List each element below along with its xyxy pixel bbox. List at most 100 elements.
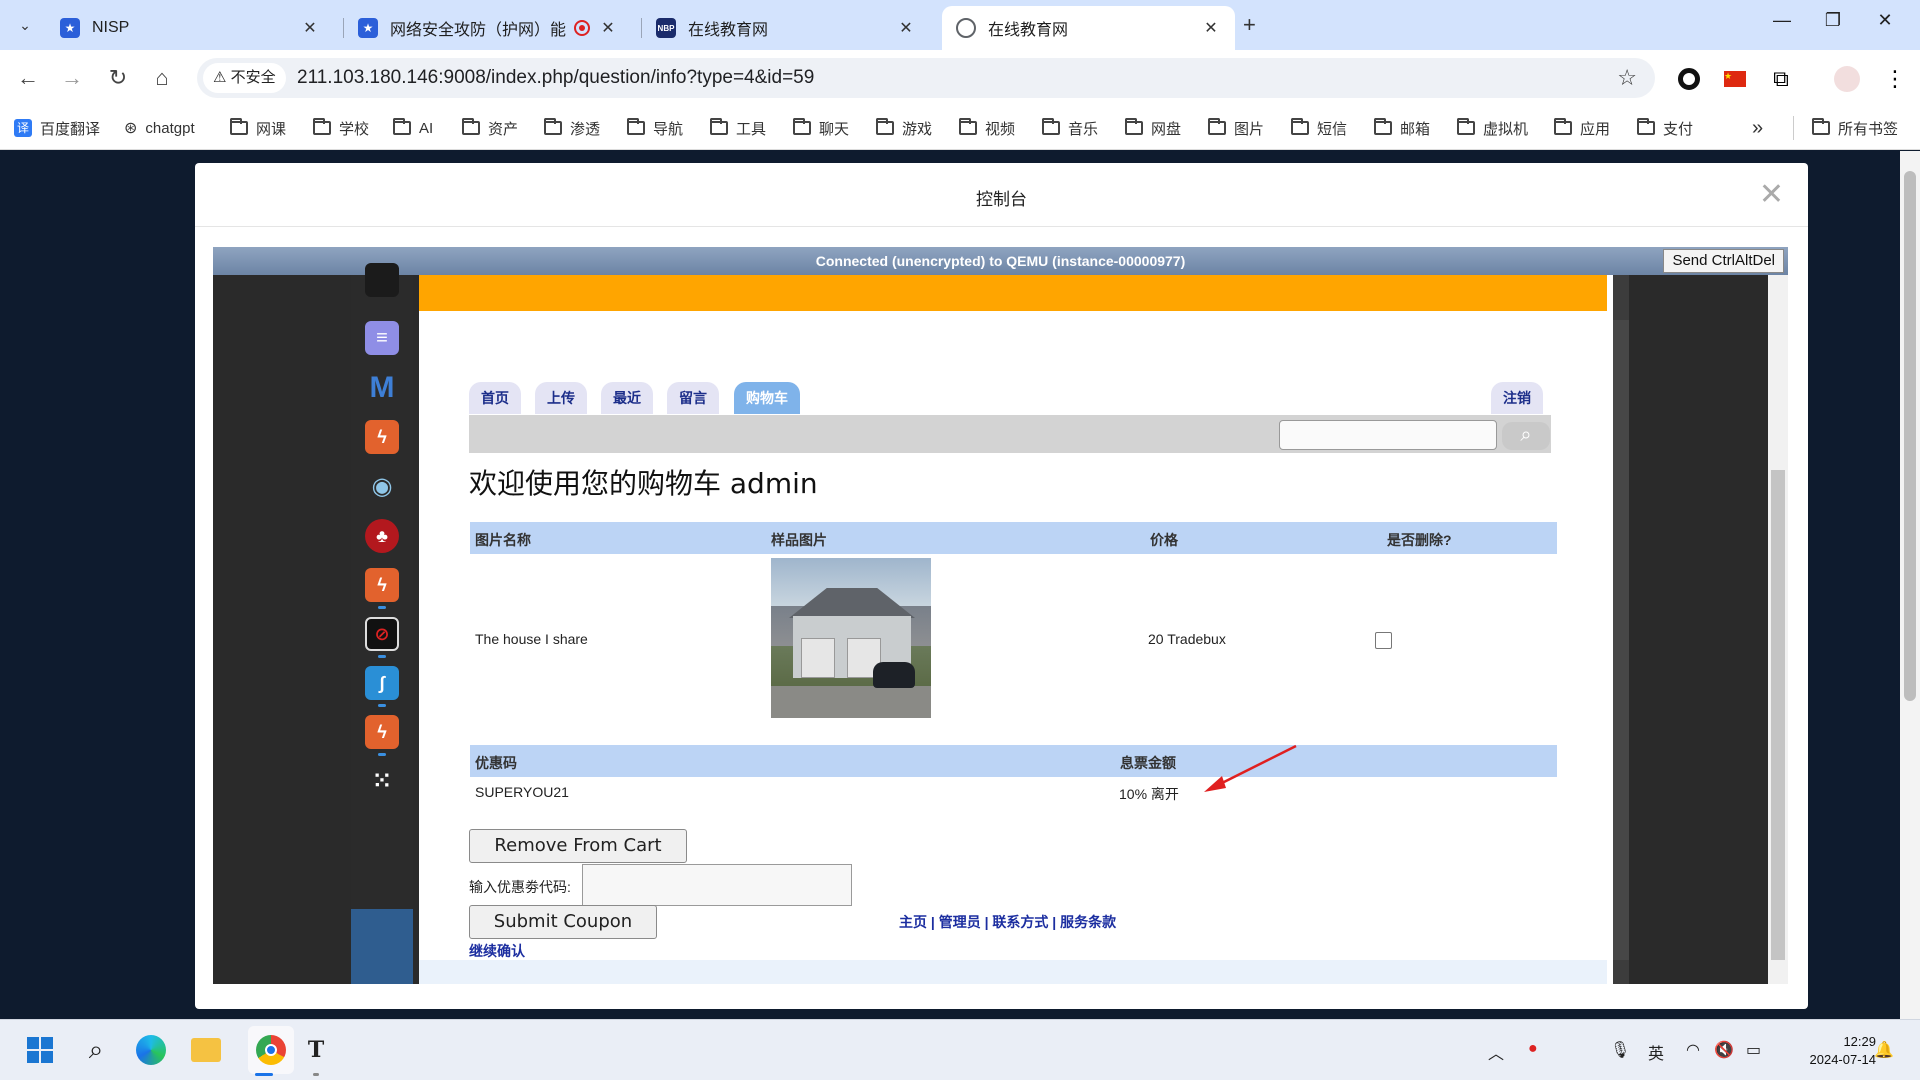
footer-link-terms[interactable]: 服务条款: [1060, 914, 1116, 930]
search-icon[interactable]: ⌕: [78, 1032, 114, 1068]
wifi-icon[interactable]: ◠: [1686, 1040, 1700, 1060]
continue-link[interactable]: 继续确认: [469, 941, 525, 961]
metasploit-icon[interactable]: M: [365, 371, 399, 405]
bookmark-folder[interactable]: 短信: [1291, 116, 1347, 140]
nav-tab-upload[interactable]: 上传: [535, 382, 587, 414]
close-tab-icon[interactable]: ✕: [598, 18, 618, 38]
close-window-icon[interactable]: ✕: [1865, 10, 1905, 31]
bookmark-folder[interactable]: 聊天: [793, 116, 849, 140]
footer-link-admin[interactable]: 管理员: [939, 914, 981, 930]
nav-tab-home[interactable]: 首页: [469, 382, 521, 414]
send-ctrl-alt-del-button[interactable]: Send CtrlAltDel: [1663, 249, 1784, 273]
tab-online-edu-active[interactable]: 在线教育网 ✕: [942, 6, 1235, 50]
security-chip[interactable]: ⚠ 不安全: [203, 63, 286, 93]
reload-icon[interactable]: ↻: [104, 64, 132, 92]
bookmark-folder[interactable]: 资产: [462, 116, 518, 140]
coupon-amount: 10% 离开: [1119, 786, 1179, 802]
nav-tab-cart[interactable]: 购物车: [734, 382, 800, 414]
burpsuite-icon[interactable]: ϟ: [365, 568, 399, 602]
bookmark-baidu-translate[interactable]: 译百度翻译: [14, 116, 100, 140]
close-tab-icon[interactable]: ✕: [300, 18, 320, 38]
file-explorer-icon[interactable]: [188, 1032, 224, 1068]
tab-nisp[interactable]: ★ NISP ✕: [46, 6, 334, 50]
tab-online-edu-1[interactable]: NBP 在线教育网 ✕: [642, 6, 930, 50]
bookmark-folder[interactable]: 渗透: [544, 116, 600, 140]
bookmark-folder[interactable]: 音乐: [1042, 116, 1098, 140]
more-bookmarks-icon[interactable]: »: [1752, 116, 1763, 140]
extension-circle-icon[interactable]: [1678, 68, 1700, 90]
tab-search-icon[interactable]: ⌄: [10, 10, 40, 40]
text-editor-icon[interactable]: ≡: [365, 321, 399, 355]
scrollbar-thumb[interactable]: [1613, 320, 1629, 960]
minimize-icon[interactable]: —: [1762, 10, 1802, 31]
wireshark-icon[interactable]: ∫: [365, 666, 399, 700]
delete-checkbox[interactable]: [1375, 632, 1392, 649]
forward-icon[interactable]: →: [58, 64, 86, 92]
profile-avatar[interactable]: [1834, 66, 1860, 92]
burpsuite-icon[interactable]: ϟ: [365, 715, 399, 749]
url-text[interactable]: 211.103.180.146:9008/index.php/question/…: [297, 58, 814, 98]
bookmark-folder[interactable]: AI: [393, 116, 433, 140]
submit-coupon-button[interactable]: Submit Coupon: [469, 905, 657, 939]
bookmark-folder[interactable]: 邮箱: [1374, 116, 1430, 140]
scrollbar-thumb[interactable]: [1904, 171, 1916, 701]
bookmark-folder[interactable]: 视频: [959, 116, 1015, 140]
extensions-puzzle-icon[interactable]: ⧉: [1768, 66, 1794, 92]
tab-network-security[interactable]: ★ 网络安全攻防（护网）能力 ✕: [344, 6, 632, 50]
bookmark-folder[interactable]: 游戏: [876, 116, 932, 140]
bookmark-folder[interactable]: 学校: [313, 116, 369, 140]
dock-app-icon[interactable]: [365, 263, 399, 297]
bookmark-folder[interactable]: 导航: [627, 116, 683, 140]
vnc-scrollbar[interactable]: [1768, 275, 1788, 984]
chrome-icon[interactable]: [253, 1032, 289, 1068]
page-scrollbar[interactable]: [1900, 151, 1920, 1019]
bookmark-folder[interactable]: 图片: [1208, 116, 1264, 140]
bookmark-chatgpt[interactable]: ⊛ chatgpt: [124, 116, 195, 140]
ime-indicator[interactable]: 英: [1648, 1040, 1664, 1064]
restore-icon[interactable]: ❐: [1813, 10, 1853, 31]
nav-tab-recent[interactable]: 最近: [601, 382, 653, 414]
burpsuite-icon[interactable]: ϟ: [365, 420, 399, 454]
china-flag-icon[interactable]: ★: [1724, 71, 1746, 87]
browser-menu-icon[interactable]: ⋮: [1882, 66, 1908, 92]
bookmark-folder[interactable]: 支付: [1637, 116, 1693, 140]
new-tab-icon[interactable]: +: [1243, 12, 1256, 38]
site-scrollbar[interactable]: [1613, 275, 1629, 984]
bookmark-folder[interactable]: 网课: [230, 116, 286, 140]
tray-expand-icon[interactable]: ︿: [1488, 1040, 1504, 1064]
typora-icon[interactable]: T: [298, 1032, 334, 1068]
coupon-input[interactable]: [582, 864, 852, 906]
footer-link-contact[interactable]: 联系方式: [992, 914, 1048, 930]
bookmark-folder[interactable]: 应用: [1554, 116, 1610, 140]
close-tab-icon[interactable]: ✕: [1201, 18, 1221, 38]
bookmark-folder[interactable]: 网盘: [1125, 116, 1181, 140]
footer-link-home[interactable]: 主页: [899, 914, 927, 930]
back-icon[interactable]: ←: [14, 64, 42, 92]
scrollbar-thumb[interactable]: [1771, 470, 1785, 960]
windows-start-icon[interactable]: [22, 1032, 58, 1068]
system-clock[interactable]: 12:29 2024-07-14: [1810, 1033, 1877, 1069]
volume-muted-icon[interactable]: 🔇: [1714, 1040, 1734, 1060]
terminal-blocked-icon[interactable]: ⊘: [365, 617, 399, 651]
nav-tab-logout[interactable]: 注销: [1491, 382, 1543, 414]
cherrytree-icon[interactable]: ♣: [365, 519, 399, 553]
all-bookmarks[interactable]: 所有书签: [1793, 116, 1898, 140]
bookmark-folder[interactable]: 工具: [710, 116, 766, 140]
search-icon[interactable]: ⌕: [1502, 422, 1550, 450]
show-apps-icon[interactable]: ⁙: [365, 764, 399, 798]
battery-icon[interactable]: ▭: [1746, 1040, 1761, 1060]
microphone-icon[interactable]: 🎙: [1610, 1040, 1630, 1060]
bookmark-folder[interactable]: 虚拟机: [1457, 116, 1528, 140]
edge-icon[interactable]: [133, 1032, 169, 1068]
eye-icon[interactable]: ◉: [365, 469, 399, 503]
qq-icon[interactable]: ●: [1528, 1040, 1538, 1058]
home-icon[interactable]: ⌂: [148, 64, 176, 92]
search-input[interactable]: [1279, 420, 1497, 450]
address-bar[interactable]: ⚠ 不安全 211.103.180.146:9008/index.php/que…: [197, 58, 1655, 98]
remove-from-cart-button[interactable]: Remove From Cart: [469, 829, 687, 863]
bookmark-star-icon[interactable]: ☆: [1617, 65, 1637, 91]
notifications-bell-icon[interactable]: 🔔: [1874, 1040, 1894, 1060]
nav-tab-message[interactable]: 留言: [667, 382, 719, 414]
close-modal-icon[interactable]: ✕: [1759, 177, 1784, 212]
close-tab-icon[interactable]: ✕: [896, 18, 916, 38]
